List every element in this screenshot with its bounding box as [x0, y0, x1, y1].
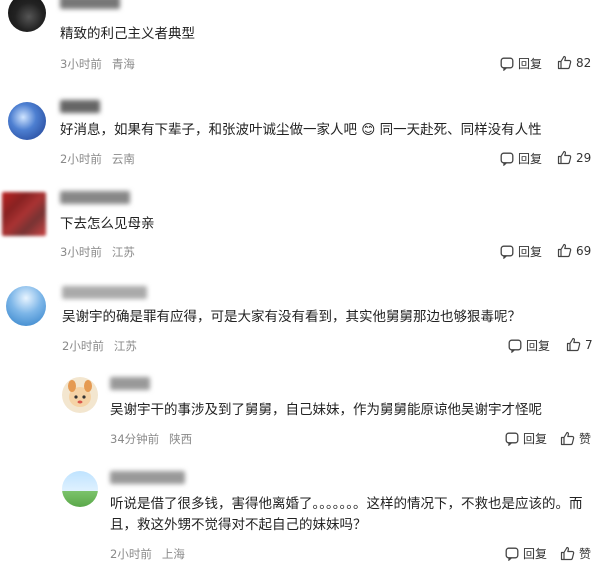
cartoon-avatar-icon: [68, 380, 92, 407]
like-label: 赞: [579, 432, 592, 446]
avatar[interactable]: [62, 377, 98, 413]
comment-time: 2小时前: [60, 152, 102, 166]
comment-meta: 2小时前 江苏: [62, 338, 147, 354]
comment-location: 云南: [111, 152, 135, 166]
thumbs-up-icon: [557, 55, 572, 70]
like-button[interactable]: 赞: [560, 430, 591, 447]
username-blurred[interactable]: [62, 286, 147, 299]
username-blurred[interactable]: [60, 0, 120, 9]
reply-icon: [500, 57, 514, 71]
like-label: 赞: [579, 547, 592, 561]
like-count: 7: [585, 337, 593, 352]
comment-meta: 3小时前 青海: [60, 56, 145, 72]
avatar[interactable]: [62, 471, 98, 507]
thumbs-up-icon: [560, 546, 575, 561]
comment-meta: 2小时前 上海: [110, 546, 195, 562]
like-button[interactable]: 赞: [560, 545, 591, 562]
like-button[interactable]: 82: [557, 55, 591, 70]
comment-time: 3小时前: [60, 57, 102, 71]
avatar[interactable]: [2, 192, 46, 236]
reply-label: 回复: [523, 432, 548, 446]
comment-1: 精致的利己主义者典型 3小时前 青海 回复 82: [0, 0, 600, 80]
comment-text: 吴谢宇干的事涉及到了舅舅，自己妹妹，作为舅舅能原谅他吴谢宇才怪呢: [110, 402, 542, 418]
reply-button[interactable]: 回复: [505, 545, 547, 562]
reply-icon: [508, 339, 522, 353]
reply-icon: [505, 547, 519, 561]
reply-label: 回复: [523, 547, 548, 561]
like-count: 69: [576, 243, 592, 258]
reply-icon: [500, 245, 514, 259]
reply-button[interactable]: 回复: [500, 150, 542, 167]
comment-time: 3小时前: [60, 245, 102, 259]
like-count: 29: [576, 150, 592, 165]
comment-text: 好消息，如果有下辈子，和张波叶诚尘做一家人吧 😊 同一天赴死、同样没有人性: [60, 122, 542, 138]
comment-location: 江苏: [113, 339, 137, 353]
like-button[interactable]: 69: [557, 243, 591, 258]
thumbs-up-icon: [557, 243, 572, 258]
comment-text-line-2: 且，救这外甥不觉得对不起自己的妹妹吗？: [110, 517, 367, 533]
reply-label: 回复: [518, 152, 543, 166]
avatar[interactable]: [6, 286, 46, 326]
comment-time: 34分钟前: [110, 432, 160, 446]
reply-button[interactable]: 回复: [508, 337, 550, 354]
username-blurred[interactable]: [110, 377, 150, 390]
comment-meta: 2小时前 云南: [60, 151, 145, 167]
avatar[interactable]: [8, 0, 46, 32]
reply-button[interactable]: 回复: [505, 430, 547, 447]
reply-1: 吴谢宇干的事涉及到了舅舅，自己妹妹，作为舅舅能原谅他吴谢宇才怪呢 34分钟前 陕西…: [0, 365, 600, 455]
reply-label: 回复: [518, 245, 543, 259]
comment-location: 青海: [111, 57, 135, 71]
reply-icon: [505, 432, 519, 446]
username-blurred[interactable]: [110, 471, 185, 484]
thumbs-up-icon: [566, 337, 581, 352]
comment-4: 吴谢宇的确是罪有应得，可是大家有没有看到，其实他舅舅那边也够狠毒呢？ 2小时前江…: [0, 270, 600, 360]
avatar[interactable]: [8, 102, 46, 140]
reply-label: 回复: [526, 339, 551, 353]
comment-2: 好消息，如果有下辈子，和张波叶诚尘做一家人吧 😊 同一天赴死、同样没有人性 2小…: [0, 88, 600, 178]
comment-text: 下去怎么见母亲: [60, 216, 155, 232]
reply-button[interactable]: 回复: [500, 243, 542, 260]
thumbs-up-icon: [557, 150, 572, 165]
comment-time: 2小时前: [110, 547, 152, 561]
username-blurred[interactable]: [60, 100, 100, 113]
reply-label: 回复: [518, 57, 543, 71]
reply-button[interactable]: 回复: [500, 55, 542, 72]
comment-location: 上海: [161, 547, 185, 561]
comment-time: 2小时前: [62, 339, 104, 353]
like-count: 82: [576, 55, 592, 70]
comment-text-line-1: 听说是借了很多钱，害得他离婚了。。。。。。。这样的情况下，不救也是应该的。而: [110, 496, 583, 512]
like-button[interactable]: 29: [557, 150, 591, 165]
comment-text: 吴谢宇的确是罪有应得，可是大家有没有看到，其实他舅舅那边也够狠毒呢？: [62, 309, 521, 325]
comment-meta: 3小时前 江苏: [60, 244, 145, 260]
comment-3: 下去怎么见母亲 3小时前 江苏 回复 69: [0, 178, 600, 268]
like-button[interactable]: 7: [566, 337, 593, 352]
thumbs-up-icon: [560, 431, 575, 446]
username-blurred[interactable]: [60, 191, 130, 204]
reply-2: 听说是借了很多钱，害得他离婚了。。。。。。。这样的情况下，不救也是应该的。而 且…: [0, 457, 600, 567]
comment-meta: 34分钟前 陕西: [110, 431, 202, 447]
comment-text: 精致的利己主义者典型: [60, 26, 195, 42]
comment-location: 江苏: [111, 245, 135, 259]
reply-icon: [500, 152, 514, 166]
comment-location: 陕西: [169, 432, 193, 446]
